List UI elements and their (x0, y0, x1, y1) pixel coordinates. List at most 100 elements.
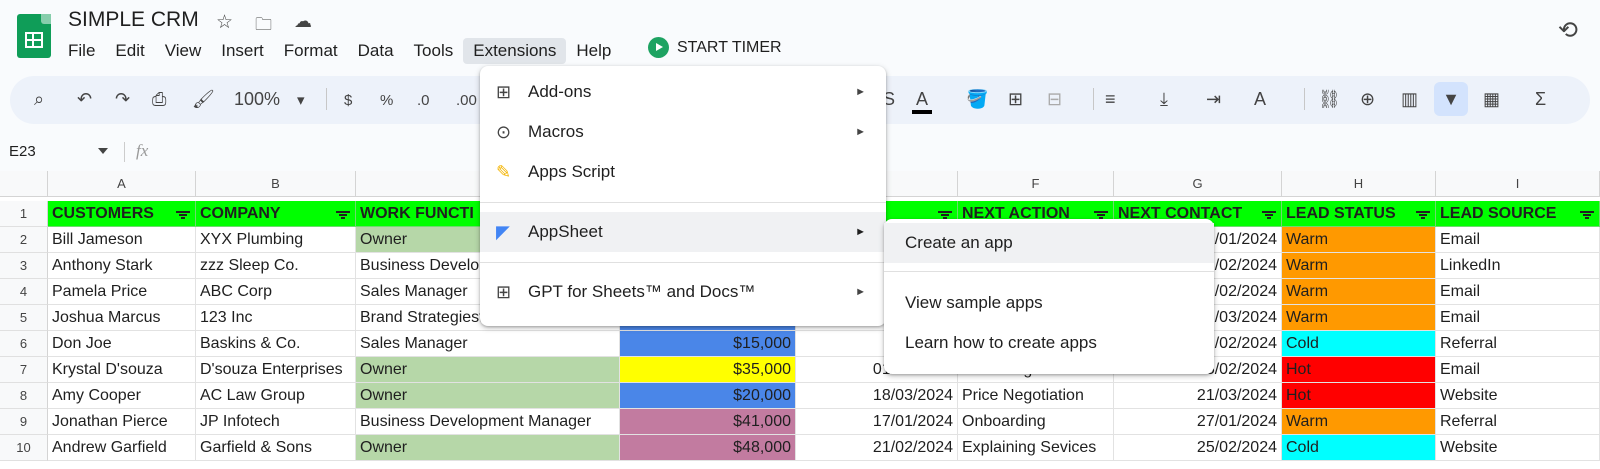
star-icon[interactable]: ☆ (216, 11, 233, 34)
text-color-icon[interactable]: A (912, 88, 933, 114)
menu-edit[interactable]: Edit (105, 38, 154, 64)
cell-a[interactable]: Bill Jameson (48, 227, 196, 253)
select-all-corner[interactable] (0, 171, 48, 197)
cell-b[interactable]: JP Infotech (196, 409, 356, 435)
cell-e[interactable]: 21/02/2024 (796, 435, 958, 461)
menu-view[interactable]: View (155, 38, 212, 64)
cell-d[interactable]: $41,000 (620, 409, 796, 435)
cell-e[interactable]: 18/03/2024 (796, 383, 958, 409)
sheets-logo[interactable] (17, 14, 51, 58)
menu-insert[interactable]: Insert (211, 38, 274, 64)
name-box-dropdown-icon[interactable] (98, 148, 108, 154)
row-header[interactable]: 6 (0, 331, 48, 357)
column-header[interactable]: B (196, 171, 356, 197)
menu-help[interactable]: Help (566, 38, 621, 64)
cell-d[interactable]: $48,000 (620, 435, 796, 461)
cell-i[interactable]: Email (1436, 305, 1600, 331)
fill-color-icon[interactable]: 🪣 (966, 88, 988, 110)
cell-i[interactable]: LinkedIn (1436, 253, 1600, 279)
cell-c[interactable]: Sales Manager (356, 331, 620, 357)
percent-format-button[interactable]: % (380, 90, 393, 112)
cell-b[interactable]: 123 Inc (196, 305, 356, 331)
cell-a[interactable]: Andrew Garfield (48, 435, 196, 461)
row-header[interactable]: 1 (0, 201, 48, 227)
insert-link-icon[interactable]: ⛓ (1318, 88, 1341, 110)
column-header[interactable]: H (1282, 171, 1436, 197)
cell-h[interactable]: Cold (1282, 435, 1436, 461)
cell-b[interactable]: D'souza Enterprises (196, 357, 356, 383)
menu-extensions[interactable]: Extensions (463, 38, 567, 64)
print-icon[interactable]: ⎙ (152, 88, 166, 110)
cell-b[interactable]: zzz Sleep Co. (196, 253, 356, 279)
cell-i[interactable]: Website (1436, 383, 1600, 409)
merge-cells-icon[interactable]: ⊟ (1047, 88, 1062, 110)
cell-b[interactable]: Baskins & Co. (196, 331, 356, 357)
borders-icon[interactable]: ⊞ (1008, 88, 1023, 110)
cell-c[interactable]: Owner (356, 435, 620, 461)
row-header[interactable]: 8 (0, 383, 48, 409)
cell-f[interactable]: Price Negotiation (958, 383, 1114, 409)
create-app-item[interactable]: Create an app (884, 223, 1214, 263)
header-cell[interactable]: COMPANY (196, 201, 356, 227)
cell-a[interactable]: Amy Cooper (48, 383, 196, 409)
cell-a[interactable]: Krystal D'souza (48, 357, 196, 383)
cell-e[interactable]: 17/01/2024 (796, 409, 958, 435)
cell-d[interactable]: $15,000 (620, 331, 796, 357)
cell-h[interactable]: Warm (1282, 253, 1436, 279)
cell-a[interactable]: Pamela Price (48, 279, 196, 305)
menu-item-macros[interactable]: ⊙ Macros ► (480, 112, 886, 152)
cell-i[interactable]: Email (1436, 357, 1600, 383)
cell-i[interactable]: Website (1436, 435, 1600, 461)
cell-a[interactable]: Joshua Marcus (48, 305, 196, 331)
text-rotation-icon[interactable]: A (1254, 88, 1266, 110)
paint-format-icon[interactable]: 🖌 (192, 88, 215, 110)
column-header[interactable]: I (1436, 171, 1600, 197)
zoom-select[interactable]: 100% (234, 88, 280, 110)
filter-icon[interactable] (336, 211, 350, 219)
cell-a[interactable]: Anthony Stark (48, 253, 196, 279)
version-history-icon[interactable]: ⟲ (1558, 16, 1578, 45)
cell-f[interactable]: Explaining Sevices (958, 435, 1114, 461)
cell-h[interactable]: Warm (1282, 227, 1436, 253)
cell-h[interactable]: Warm (1282, 305, 1436, 331)
cell-b[interactable]: AC Law Group (196, 383, 356, 409)
menu-item-apps-script[interactable]: ✎ Apps Script (480, 152, 886, 192)
menu-format[interactable]: Format (274, 38, 348, 64)
menu-item-add-ons[interactable]: ⊞ Add-ons ► (480, 72, 886, 112)
cell-h[interactable]: Cold (1282, 331, 1436, 357)
view-sample-apps-item[interactable]: View sample apps (884, 283, 1214, 323)
cell-i[interactable]: Email (1436, 227, 1600, 253)
cell-c[interactable]: Owner (356, 383, 620, 409)
cell-g[interactable]: 27/01/2024 (1114, 409, 1282, 435)
cell-g[interactable]: 21/03/2024 (1114, 383, 1282, 409)
filter-icon[interactable]: ▼ (1434, 82, 1468, 116)
functions-icon[interactable]: Σ (1535, 88, 1546, 110)
filter-icon[interactable] (938, 211, 952, 219)
menu-data[interactable]: Data (348, 38, 404, 64)
cell-f[interactable]: Onboarding (958, 409, 1114, 435)
cell-h[interactable]: Warm (1282, 279, 1436, 305)
filter-icon[interactable] (1580, 211, 1594, 219)
row-header[interactable]: 7 (0, 357, 48, 383)
cloud-status-icon[interactable]: ☁ (294, 11, 312, 32)
redo-icon[interactable]: ↷ (115, 88, 130, 110)
cell-c[interactable]: Business Development Manager (356, 409, 620, 435)
column-header[interactable]: G (1114, 171, 1282, 197)
cell-b[interactable]: ABC Corp (196, 279, 356, 305)
insert-comment-icon[interactable]: ⊕ (1360, 88, 1375, 110)
filter-icon[interactable] (1416, 211, 1430, 219)
undo-icon[interactable]: ↶ (77, 88, 92, 110)
row-header[interactable]: 3 (0, 253, 48, 279)
horizontal-align-icon[interactable]: ≡ (1105, 88, 1116, 110)
filter-icon[interactable] (176, 211, 190, 219)
currency-format-button[interactable]: $ (344, 90, 352, 112)
row-header[interactable]: 5 (0, 305, 48, 331)
cell-d[interactable]: $35,000 (620, 357, 796, 383)
cell-i[interactable]: Referral (1436, 331, 1600, 357)
filter-icon[interactable] (1094, 211, 1108, 219)
column-header[interactable]: F (958, 171, 1114, 197)
menu-tools[interactable]: Tools (404, 38, 464, 64)
header-cell[interactable]: CUSTOMERS (48, 201, 196, 227)
start-timer-button[interactable]: START TIMER (648, 37, 782, 58)
name-box[interactable]: E23 (0, 136, 118, 166)
